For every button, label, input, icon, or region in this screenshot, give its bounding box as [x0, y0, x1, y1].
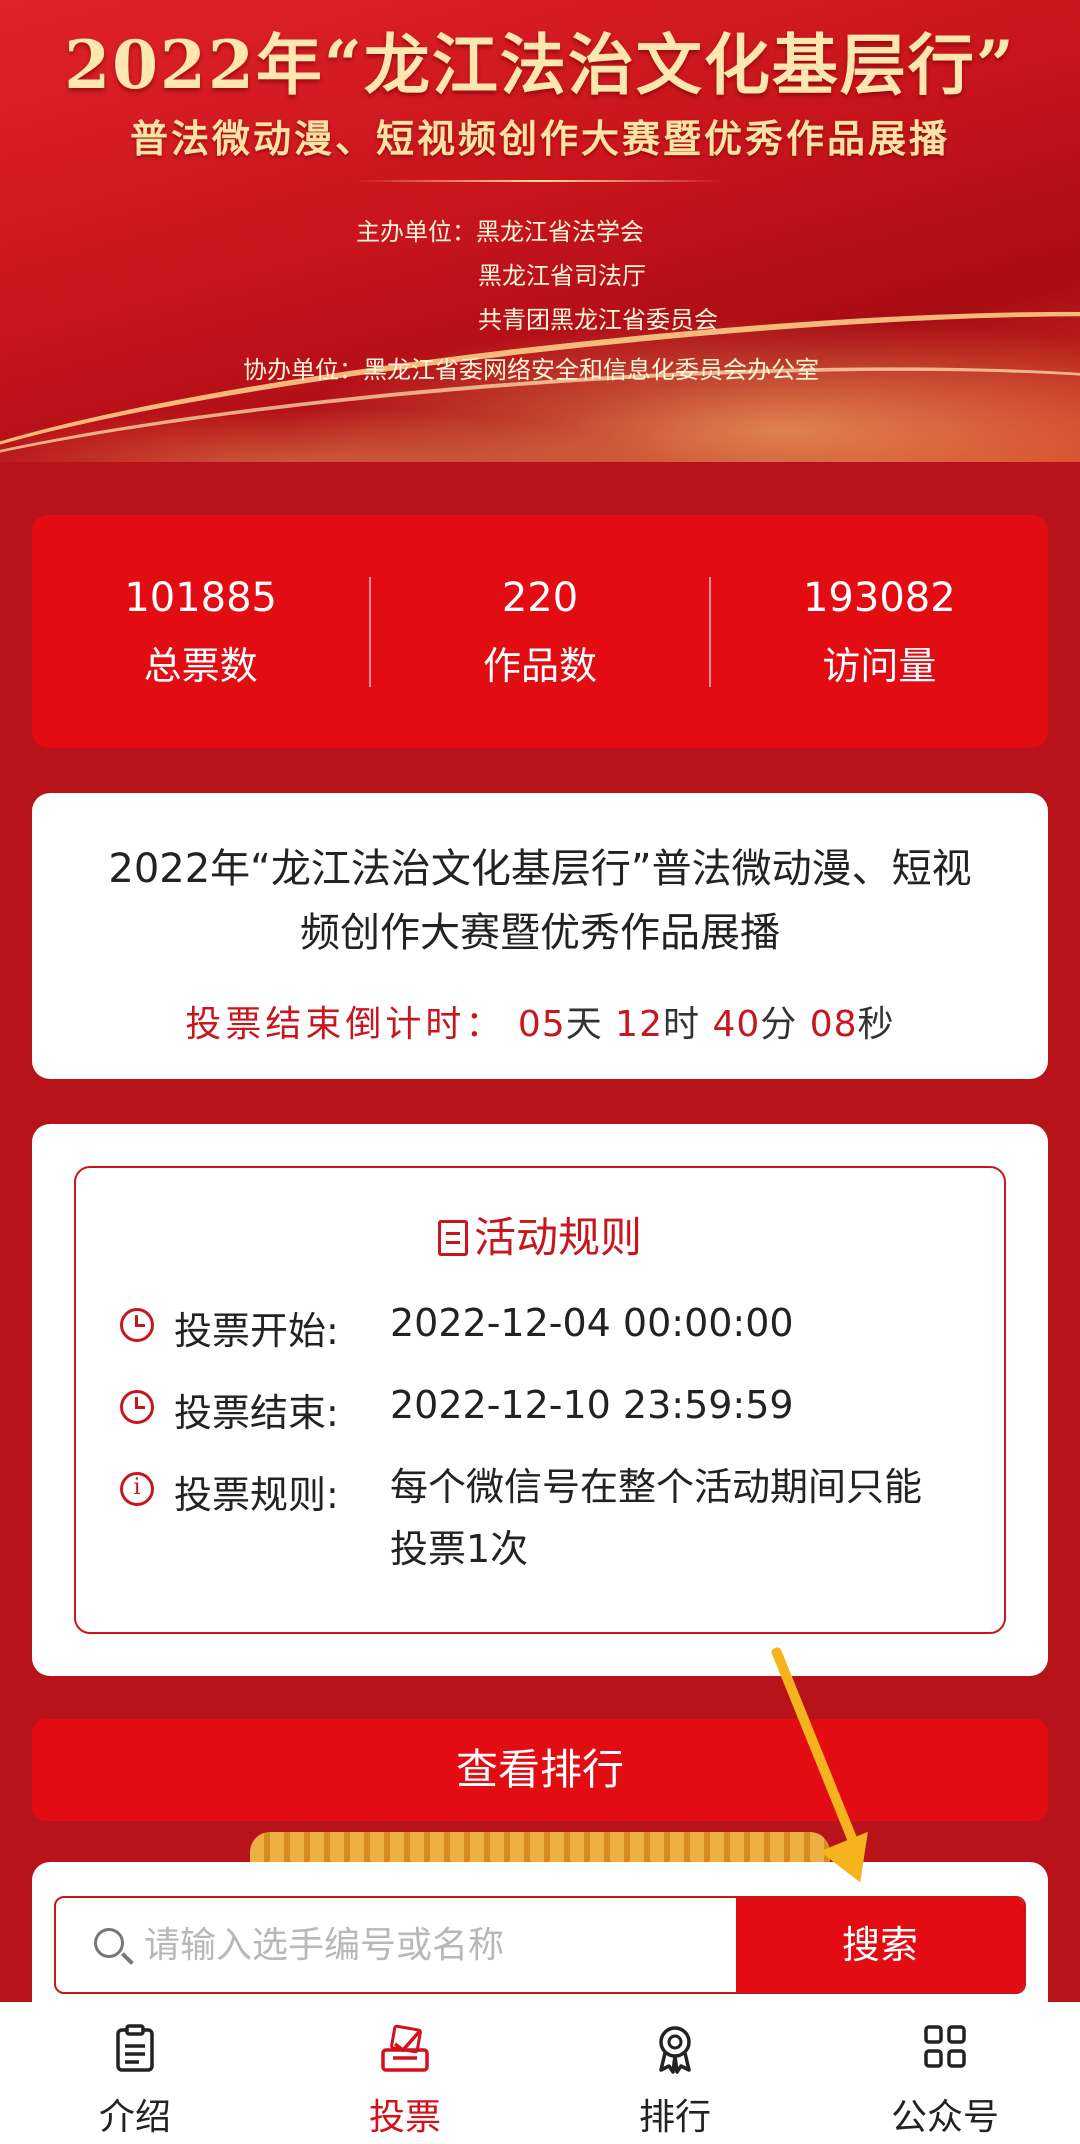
- stat-label: 总票数: [143, 643, 258, 688]
- document-icon: [437, 1220, 468, 1256]
- info-icon: i: [120, 1472, 154, 1506]
- rule-key: 投票开始:: [174, 1309, 339, 1353]
- countdown-hours-unit: 时: [662, 1004, 700, 1045]
- rules-card: 活动规则 投票开始: 2022-12-04 00:00:00 投票结束: 202…: [32, 1124, 1048, 1676]
- stat-total-votes: 101885 总票数: [32, 570, 369, 694]
- nav-label: 投票: [368, 2097, 441, 2138]
- co-organizer: 协办单位：黑龙江省委网络安全和信息化委员会办公室: [243, 356, 819, 384]
- clock-icon: [120, 1308, 154, 1342]
- countdown-seconds-unit: 秒: [857, 1004, 895, 1045]
- search-bar: 搜索: [54, 1896, 1026, 1994]
- search-icon: [94, 1928, 124, 1958]
- search-input[interactable]: [144, 1898, 644, 1992]
- rule-key: 投票规则:: [174, 1473, 339, 1517]
- countdown-seconds: 08: [809, 1004, 858, 1045]
- stat-works: 220 作品数: [371, 570, 708, 694]
- stat-label: 作品数: [482, 643, 597, 688]
- rule-value: 2022-12-04 00:00:00: [390, 1301, 794, 1345]
- stat-value: 193082: [802, 574, 956, 621]
- nav-item-vote[interactable]: 投票: [270, 2002, 540, 2144]
- nav-item-official-account[interactable]: 公众号: [810, 2002, 1080, 2144]
- nav-item-intro[interactable]: 介绍: [0, 2002, 270, 2144]
- organizer-label: 主办单位：黑龙江省法学会: [356, 218, 644, 246]
- stat-value: 220: [501, 574, 579, 621]
- stat-value: 101885: [124, 574, 278, 621]
- ballot-icon: [379, 2024, 431, 2078]
- organizer-2: 黑龙江省司法厅: [478, 262, 646, 290]
- banner-subtitle: 普法微动漫、短视频创作大赛暨优秀作品展播: [129, 116, 950, 161]
- nav-label: 排行: [638, 2097, 711, 2138]
- nav-label: 介绍: [98, 2097, 171, 2138]
- view-ranking-button[interactable]: 查看排行: [32, 1719, 1048, 1821]
- rule-value: 2022-12-10 23:59:59: [390, 1383, 794, 1427]
- banner-divider: [355, 180, 725, 182]
- organizer-3: 共青团黑龙江省委员会: [478, 306, 718, 334]
- countdown-days: 05: [517, 1004, 566, 1045]
- award-icon: [653, 2024, 697, 2078]
- event-title-card: 2022年“龙江法治文化基层行”普法微动漫、短视频创作大赛暨优秀作品展播 投票结…: [32, 793, 1048, 1079]
- header-banner: 2022年“龙江法治文化基层行” 普法微动漫、短视频创作大赛暨优秀作品展播 主办…: [0, 0, 1080, 462]
- countdown-days-unit: 天: [565, 1004, 603, 1045]
- rule-key: 投票结束:: [174, 1391, 339, 1435]
- rule-value: 每个微信号在整个活动期间只能投票1次: [390, 1465, 923, 1571]
- vote-countdown: 投票结束倒计时： 05天 12时 40分 08秒: [32, 995, 1048, 1047]
- rules-box: 活动规则 投票开始: 2022-12-04 00:00:00 投票结束: 202…: [74, 1166, 1006, 1634]
- banner-title: 2022年“龙江法治文化基层行”: [64, 26, 1016, 104]
- stat-label: 访问量: [822, 643, 937, 688]
- clipboard-icon: [113, 2024, 157, 2078]
- nav-label: 公众号: [890, 2097, 999, 2138]
- nav-item-ranking[interactable]: 排行: [540, 2002, 810, 2144]
- countdown-hours: 12: [615, 1004, 663, 1045]
- stat-visits: 193082 访问量: [711, 570, 1048, 694]
- countdown-label: 投票结束倒计时：: [185, 1004, 506, 1045]
- bottom-nav: 介绍 投票 排行 公众号: [0, 2002, 1080, 2144]
- stats-panel: 101885 总票数 220 作品数 193082 访问量: [32, 515, 1048, 748]
- countdown-minutes: 40: [712, 1004, 761, 1045]
- rules-heading: 活动规则: [76, 1204, 1004, 1265]
- search-button[interactable]: 搜索: [736, 1898, 1024, 1992]
- clock-icon: [120, 1390, 154, 1424]
- search-field-wrap: [56, 1898, 736, 1992]
- countdown-minutes-unit: 分: [760, 1004, 798, 1045]
- grid-icon: [923, 2024, 967, 2074]
- event-title: 2022年“龙江法治文化基层行”普法微动漫、短视频创作大赛暨优秀作品展播: [108, 846, 972, 956]
- search-card: 搜索: [32, 1862, 1048, 2002]
